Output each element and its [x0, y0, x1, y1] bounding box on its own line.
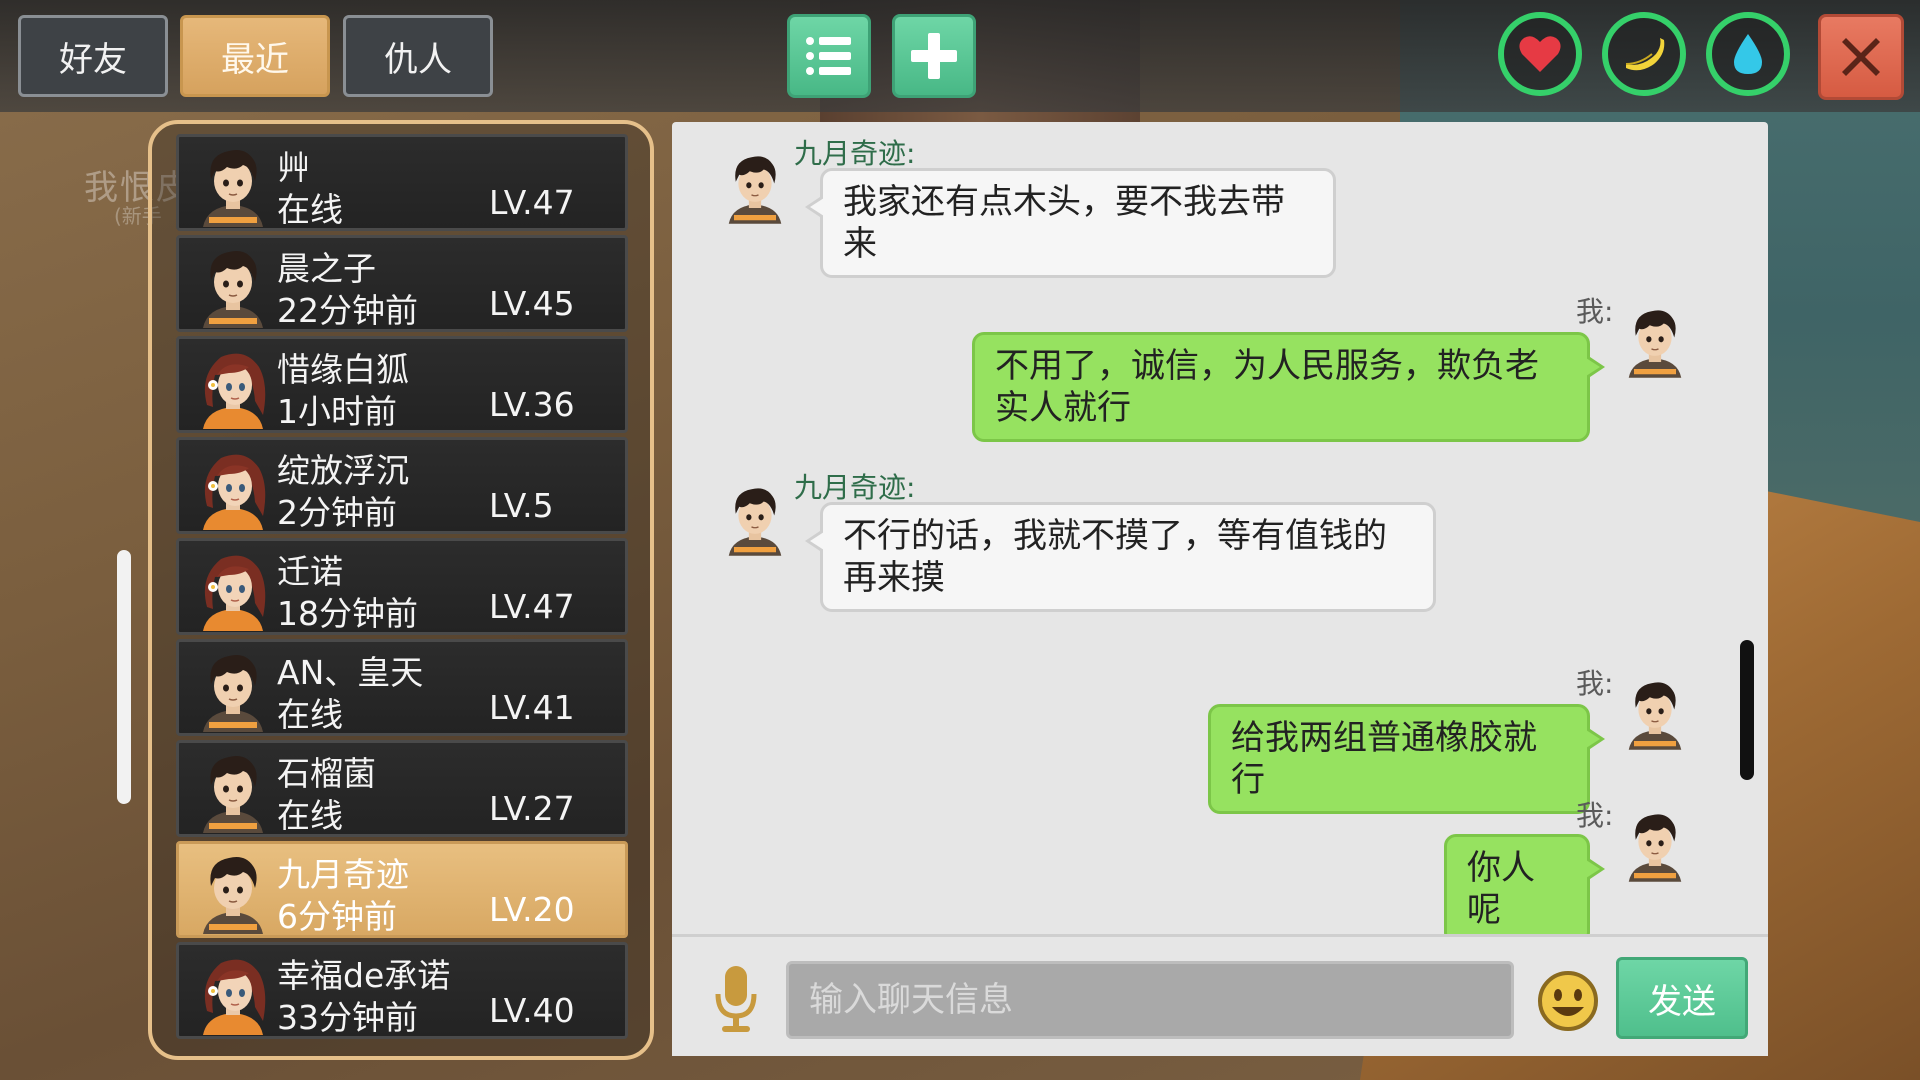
plus-icon: [911, 33, 957, 79]
friend-level: LV.27: [489, 789, 575, 828]
friend-row[interactable]: 惜缘白狐 1小时前 LV.36: [176, 336, 628, 433]
friend-list-scrollbar[interactable]: [117, 550, 131, 804]
avatar: [193, 244, 273, 328]
heart-icon: [1519, 36, 1561, 72]
avatar: [193, 749, 273, 833]
friend-level: LV.45: [489, 284, 575, 323]
friend-status: 1小时前: [277, 392, 397, 431]
friend-row[interactable]: 石榴菌 在线 LV.27: [176, 740, 628, 837]
friend-row[interactable]: 绽放浮沉 2分钟前 LV.5: [176, 437, 628, 534]
hunger-status: [1602, 12, 1686, 96]
message-bubble-outgoing: 你人呢: [1444, 834, 1605, 934]
banana-icon: [1625, 38, 1665, 71]
message-sender: 我:: [1576, 799, 1614, 832]
friend-level: LV.41: [489, 688, 575, 727]
message-bubble-outgoing: 给我两组普通橡胶就行: [1208, 704, 1605, 814]
friend-status: 6分钟前: [277, 897, 397, 936]
voice-button[interactable]: [704, 959, 768, 1039]
avatar: [1620, 804, 1690, 886]
friend-row-selected[interactable]: 九月奇迹 6分钟前 LV.20: [176, 841, 628, 938]
friend-row[interactable]: 艸 在线 LV.47: [176, 134, 628, 231]
friend-status: 2分钟前: [277, 493, 397, 532]
chat-scrollbar[interactable]: [1740, 640, 1754, 780]
chat-panel: 九月奇迹: 我家还有点木头，要不我去带来 我: 不用了，诚信，为人民服务，欺负老…: [672, 122, 1768, 1056]
friend-row[interactable]: AN、皇天 在线 LV.41: [176, 639, 628, 736]
friend-level: LV.20: [489, 890, 575, 929]
friend-level: LV.47: [489, 587, 575, 626]
friend-status: 在线: [277, 796, 343, 835]
avatar: [193, 648, 273, 732]
chat-input-bar: 发送: [672, 934, 1768, 1056]
avatar: [193, 547, 273, 631]
friend-status: 在线: [277, 695, 343, 734]
tab-recent[interactable]: 最近: [180, 15, 330, 97]
microphone-icon: [715, 966, 757, 1032]
avatar: [193, 143, 273, 227]
avatar: [720, 146, 790, 228]
friend-row[interactable]: 幸福de承诺 33分钟前 LV.40: [176, 942, 628, 1039]
friend-status: 18分钟前: [277, 594, 418, 633]
friend-name: 惜缘白狐: [277, 350, 409, 389]
list-icon: [806, 37, 851, 75]
water-drop-icon: [1734, 34, 1762, 74]
message-bubble-incoming: 不行的话，我就不摸了，等有值钱的再来摸: [805, 502, 1436, 612]
message-sender: 我:: [1576, 667, 1614, 700]
smiley-icon: [1538, 971, 1598, 1031]
friend-name: 晨之子: [277, 249, 376, 288]
thirst-status: [1706, 12, 1790, 96]
friend-name: 迁诺: [277, 552, 343, 591]
avatar: [1620, 672, 1690, 754]
friend-level: LV.36: [489, 385, 575, 424]
add-friend-button[interactable]: [892, 14, 976, 98]
friend-name: 绽放浮沉: [277, 451, 409, 490]
avatar: [193, 951, 273, 1035]
health-status: [1498, 12, 1582, 96]
message-bubble-outgoing: 不用了，诚信，为人民服务，欺负老实人就行: [972, 332, 1605, 442]
friend-list-button[interactable]: [787, 14, 871, 98]
message-sender: 九月奇迹:: [794, 137, 916, 170]
friend-row[interactable]: 晨之子 22分钟前 LV.45: [176, 235, 628, 332]
friend-status: 22分钟前: [277, 291, 418, 330]
friend-level: LV.5: [489, 486, 554, 525]
top-bar: 好友 最近 仇人: [0, 0, 1920, 112]
avatar: [720, 478, 790, 560]
friend-name: 石榴菌: [277, 754, 376, 793]
message-bubble-incoming: 我家还有点木头，要不我去带来: [805, 168, 1336, 278]
friend-level: LV.40: [489, 991, 575, 1030]
friend-name: 九月奇迹: [277, 855, 409, 894]
friend-row[interactable]: 迁诺 18分钟前 LV.47: [176, 538, 628, 635]
friend-level: LV.47: [489, 183, 575, 222]
message-sender: 我:: [1576, 295, 1614, 328]
close-button[interactable]: [1818, 14, 1904, 100]
message-sender: 九月奇迹:: [794, 471, 916, 504]
close-icon: [1842, 38, 1880, 76]
friend-name: AN、皇天: [277, 653, 424, 692]
avatar: [193, 850, 273, 934]
avatar: [193, 446, 273, 530]
friend-name: 幸福de承诺: [277, 956, 451, 995]
friend-status: 在线: [277, 190, 343, 229]
chat-history[interactable]: 九月奇迹: 我家还有点木头，要不我去带来 我: 不用了，诚信，为人民服务，欺负老…: [672, 122, 1768, 934]
emoji-button[interactable]: [1530, 963, 1606, 1039]
avatar: [193, 345, 273, 429]
tab-friends[interactable]: 好友: [18, 15, 168, 97]
friend-name: 艸: [277, 148, 310, 187]
chat-message-input[interactable]: [786, 961, 1514, 1039]
friend-status: 33分钟前: [277, 998, 418, 1037]
send-button[interactable]: 发送: [1616, 957, 1748, 1039]
friend-list-panel: 艸 在线 LV.47 晨之子 22分钟前 LV.45 惜缘白狐 1小时前 LV.…: [148, 120, 654, 1060]
tab-enemies[interactable]: 仇人: [343, 15, 493, 97]
avatar: [1620, 300, 1690, 382]
